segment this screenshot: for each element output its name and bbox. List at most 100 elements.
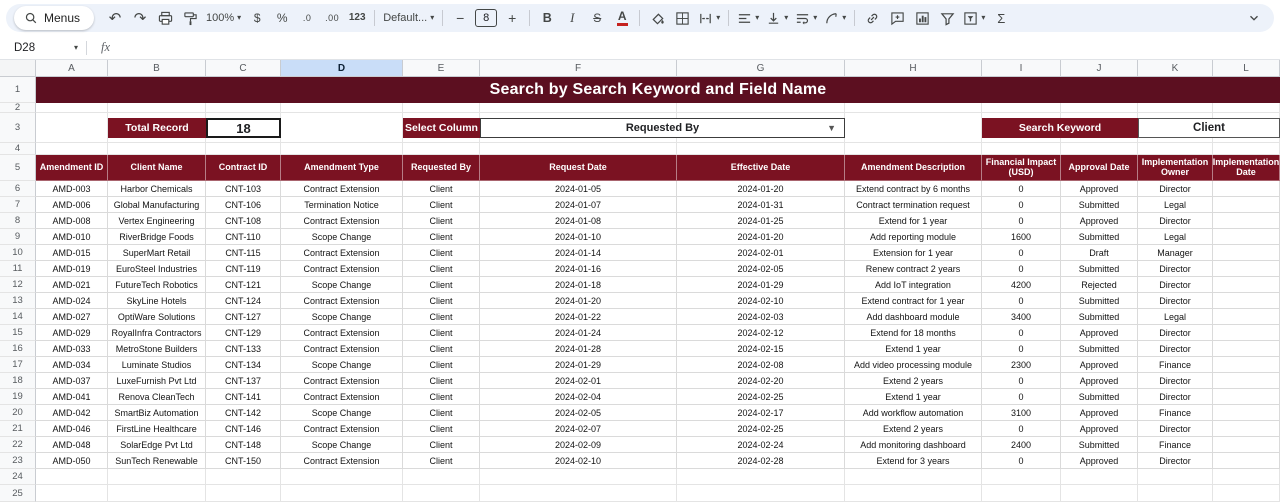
table-cell[interactable] <box>1213 357 1280 373</box>
table-cell[interactable] <box>1213 245 1280 261</box>
row-header-7[interactable]: 7 <box>0 197 36 213</box>
table-cell[interactable]: AMD-015 <box>36 245 108 261</box>
table-cell[interactable]: Approved <box>1061 181 1138 197</box>
table-cell[interactable]: Director <box>1138 421 1213 437</box>
table-cell[interactable]: Client <box>403 357 480 373</box>
table-cell[interactable]: 2024-01-05 <box>480 181 677 197</box>
row-header-23[interactable]: 23 <box>0 453 36 469</box>
table-cell[interactable]: SolarEdge Pvt Ltd <box>108 437 206 453</box>
print-button[interactable] <box>153 6 177 30</box>
table-cell[interactable]: Rejected <box>1061 277 1138 293</box>
format-percent-button[interactable]: % <box>270 6 294 30</box>
table-cell[interactable]: 0 <box>982 293 1061 309</box>
table-cell[interactable]: Approved <box>1061 373 1138 389</box>
cell-F2[interactable] <box>480 103 677 113</box>
table-cell[interactable]: 0 <box>982 453 1061 469</box>
cell-J24[interactable] <box>1061 469 1138 485</box>
table-cell[interactable]: 0 <box>982 373 1061 389</box>
table-cell[interactable]: CNT-110 <box>206 229 281 245</box>
cell-F24[interactable] <box>480 469 677 485</box>
cell-C24[interactable] <box>206 469 281 485</box>
table-cell[interactable]: Director <box>1138 277 1213 293</box>
undo-button[interactable]: ↶ <box>103 6 127 30</box>
table-cell[interactable]: Renova CleanTech <box>108 389 206 405</box>
table-cell[interactable]: Client <box>403 181 480 197</box>
vertical-align-button[interactable]: ▾ <box>763 6 791 30</box>
row-header-9[interactable]: 9 <box>0 229 36 245</box>
table-cell[interactable]: 2024-02-04 <box>480 389 677 405</box>
table-cell[interactable]: 2024-01-08 <box>480 213 677 229</box>
table-cell[interactable]: 0 <box>982 389 1061 405</box>
table-cell[interactable]: 2024-02-20 <box>677 373 845 389</box>
cell-D25[interactable] <box>281 485 403 502</box>
table-cell[interactable]: CNT-150 <box>206 453 281 469</box>
table-cell[interactable]: 2024-02-10 <box>677 293 845 309</box>
cell-A24[interactable] <box>36 469 108 485</box>
cell-A4[interactable] <box>36 143 108 155</box>
cell-E25[interactable] <box>403 485 480 502</box>
table-cell[interactable]: EuroSteel Industries <box>108 261 206 277</box>
cell-H25[interactable] <box>845 485 982 502</box>
table-cell[interactable]: Add video processing module <box>845 357 982 373</box>
table-cell[interactable]: CNT-137 <box>206 373 281 389</box>
table-cell[interactable]: Extend 1 year <box>845 389 982 405</box>
table-cell[interactable]: Extend 2 years <box>845 421 982 437</box>
cell-I2[interactable] <box>982 103 1061 113</box>
cell-F4[interactable] <box>480 143 677 155</box>
table-cell[interactable]: RiverBridge Foods <box>108 229 206 245</box>
row-header-19[interactable]: 19 <box>0 389 36 405</box>
search-keyword-input[interactable]: Client <box>1138 118 1280 138</box>
table-cell[interactable]: SunTech Renewable <box>108 453 206 469</box>
table-cell[interactable]: Submitted <box>1061 293 1138 309</box>
table-cell[interactable]: 2024-02-24 <box>677 437 845 453</box>
cell-D2[interactable] <box>281 103 403 113</box>
column-header-K[interactable]: K <box>1138 60 1213 77</box>
cell-E24[interactable] <box>403 469 480 485</box>
table-cell[interactable]: 2024-02-28 <box>677 453 845 469</box>
table-cell[interactable]: AMD-048 <box>36 437 108 453</box>
cell-I25[interactable] <box>982 485 1061 502</box>
column-header-B[interactable]: B <box>108 60 206 77</box>
table-cell[interactable]: FirstLine Healthcare <box>108 421 206 437</box>
table-cell[interactable]: AMD-006 <box>36 197 108 213</box>
table-cell[interactable]: CNT-106 <box>206 197 281 213</box>
table-cell[interactable]: 2024-02-03 <box>677 309 845 325</box>
table-cell[interactable]: Client <box>403 373 480 389</box>
create-filter-button[interactable] <box>935 6 959 30</box>
table-cell[interactable]: 2024-02-05 <box>480 405 677 421</box>
table-cell[interactable]: Scope Change <box>281 357 403 373</box>
table-cell[interactable]: 2024-01-07 <box>480 197 677 213</box>
table-cell[interactable]: Director <box>1138 261 1213 277</box>
row-header-2[interactable]: 2 <box>0 103 36 113</box>
table-cell[interactable]: Finance <box>1138 437 1213 453</box>
table-cell[interactable]: 2024-01-10 <box>480 229 677 245</box>
menus-button[interactable]: Menus <box>14 6 94 30</box>
paint-format-button[interactable] <box>178 6 202 30</box>
table-cell[interactable]: 2024-01-24 <box>480 325 677 341</box>
text-wrap-button[interactable]: ▾ <box>792 6 820 30</box>
table-cell[interactable]: Director <box>1138 325 1213 341</box>
fill-color-button[interactable] <box>645 6 669 30</box>
table-cell[interactable]: Director <box>1138 389 1213 405</box>
table-cell[interactable]: Extend 1 year <box>845 341 982 357</box>
cell-H24[interactable] <box>845 469 982 485</box>
table-cell[interactable]: 2024-01-18 <box>480 277 677 293</box>
table-cell[interactable]: AMD-027 <box>36 309 108 325</box>
table-cell[interactable]: Client <box>403 389 480 405</box>
table-cell[interactable]: Contract Extension <box>281 261 403 277</box>
table-cell[interactable]: SkyLine Hotels <box>108 293 206 309</box>
table-cell[interactable]: 0 <box>982 197 1061 213</box>
horizontal-align-button[interactable]: ▾ <box>734 6 762 30</box>
table-cell[interactable]: Contract Extension <box>281 389 403 405</box>
table-cell[interactable]: FutureTech Robotics <box>108 277 206 293</box>
table-cell[interactable]: Scope Change <box>281 229 403 245</box>
italic-button[interactable]: I <box>560 6 584 30</box>
column-header-C[interactable]: C <box>206 60 281 77</box>
table-cell[interactable] <box>1213 325 1280 341</box>
column-header-G[interactable]: G <box>677 60 845 77</box>
borders-button[interactable] <box>670 6 694 30</box>
cell-A25[interactable] <box>36 485 108 502</box>
cell-G25[interactable] <box>677 485 845 502</box>
table-cell[interactable]: 2024-01-20 <box>677 229 845 245</box>
cell-L2[interactable] <box>1213 103 1280 113</box>
